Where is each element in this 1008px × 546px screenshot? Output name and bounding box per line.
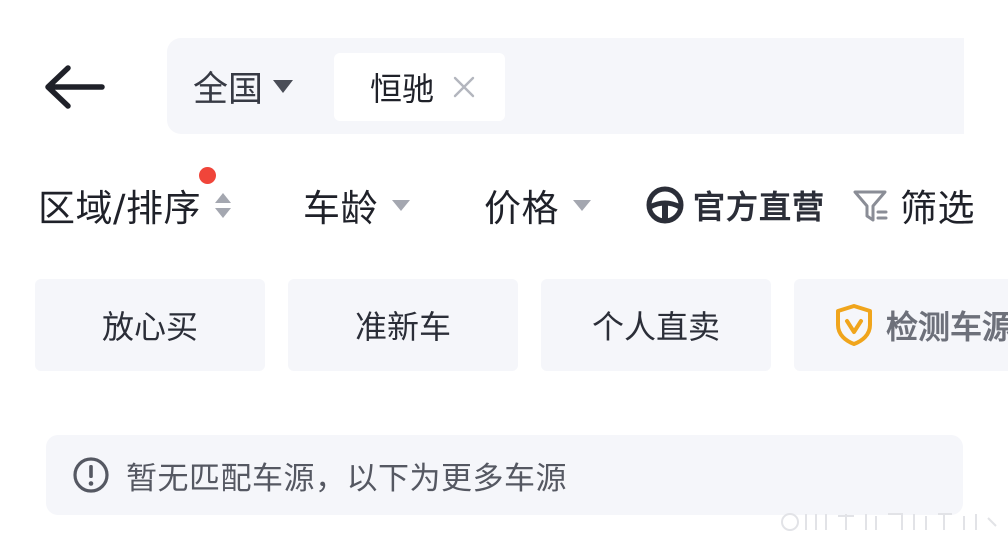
filter-button-label: 筛选 <box>900 187 975 230</box>
caret-down-icon <box>392 199 410 211</box>
sort-arrows-icon <box>214 192 231 218</box>
quick-tag-row: 放心买 准新车 个人直卖 检测车源 <box>0 279 1008 371</box>
tag-label: 放心买 <box>101 308 198 346</box>
tag-label: 准新车 <box>354 308 451 346</box>
notification-dot <box>199 167 216 184</box>
search-bar[interactable]: 全国 恒驰 <box>167 38 964 134</box>
filter-bar: 区域/排序 车龄 价格 官方直营 筛选 <box>0 160 1008 250</box>
tag-worry-free[interactable]: 放心买 <box>35 279 265 371</box>
filter-official[interactable]: 官方直营 <box>645 160 825 250</box>
filter-price-label: 价格 <box>484 187 559 230</box>
funnel-icon <box>853 190 888 222</box>
steering-wheel-icon <box>646 186 684 224</box>
filter-price[interactable]: 价格 <box>484 160 591 250</box>
no-match-notice: 暂无匹配车源，以下为更多车源 <box>46 435 963 515</box>
arrow-left-icon <box>45 65 105 109</box>
region-label: 全国 <box>193 69 264 110</box>
caret-down-icon <box>573 199 591 211</box>
filter-button[interactable]: 筛选 <box>852 160 975 250</box>
filter-official-label: 官方直营 <box>693 188 826 226</box>
tag-label: 个人直卖 <box>591 308 720 346</box>
caret-down-icon <box>273 79 294 93</box>
notice-text: 暂无匹配车源，以下为更多车源 <box>126 460 567 497</box>
tag-label: 检测车源 <box>886 308 1008 346</box>
watermark-logo <box>781 513 997 531</box>
region-selector[interactable]: 全国 <box>193 38 294 134</box>
back-button[interactable] <box>40 58 110 116</box>
close-icon[interactable] <box>452 75 476 99</box>
search-chip[interactable]: 恒驰 <box>334 53 505 121</box>
tag-nearly-new[interactable]: 准新车 <box>288 279 518 371</box>
tag-private-sale[interactable]: 个人直卖 <box>541 279 771 371</box>
tag-inspected[interactable]: 检测车源 <box>794 279 1008 371</box>
filter-car-age[interactable]: 车龄 <box>303 160 410 250</box>
search-chip-label: 恒驰 <box>370 70 435 108</box>
exclamation-circle-icon <box>73 457 109 493</box>
filter-car-age-label: 车龄 <box>303 187 378 230</box>
filter-area-sort-label: 区域/排序 <box>38 187 201 230</box>
shield-v-icon <box>836 304 872 346</box>
